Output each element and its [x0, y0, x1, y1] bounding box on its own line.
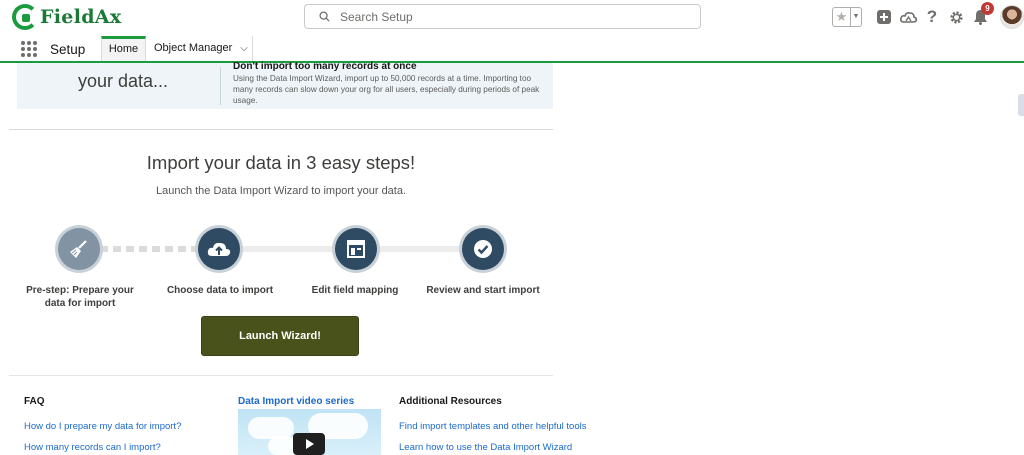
video-thumbnail[interactable] [238, 409, 381, 455]
fieldax-logo[interactable]: FieldAx [12, 4, 121, 30]
banner-heading: Don't import too many records at once [233, 61, 417, 72]
steps-title: Import your data in 3 easy steps! [146, 152, 416, 173]
chevron-down-icon[interactable]: ⌵ [240, 36, 248, 61]
cloud-upload-icon [207, 242, 231, 256]
step-circle-prestep [55, 225, 103, 273]
faq-link-prepare-data[interactable]: How do I prepare my data for import? [24, 421, 181, 432]
plus-icon [877, 10, 891, 24]
faq-link-record-limit[interactable]: How many records can I import? [24, 442, 161, 453]
banner-left-text: your data... [78, 71, 169, 91]
step-circle-choose-data [195, 225, 243, 273]
section-divider [9, 375, 553, 376]
tab-object-manager[interactable]: Object Manager ⌵ [146, 36, 253, 61]
notification-count-badge: 9 [981, 2, 994, 15]
step-circle-field-mapping [332, 225, 380, 273]
search-icon [319, 11, 330, 22]
play-icon[interactable] [293, 433, 325, 455]
setup-search-box[interactable] [304, 4, 701, 29]
banner-body: Using the Data Import Wizard, import up … [233, 74, 540, 105]
resource-link-wizard-guide[interactable]: Learn how to use the Data Import Wizard [399, 442, 572, 453]
gear-icon [949, 10, 963, 24]
check-icon [474, 240, 492, 258]
notifications-button[interactable]: 9 [970, 2, 994, 27]
help-button[interactable]: ? [922, 7, 942, 27]
import-tip-banner: your data... Don't import too many recor… [17, 61, 553, 109]
step-label-field-mapping: Edit field mapping [311, 285, 399, 296]
step-connector [378, 246, 461, 252]
section-divider [9, 129, 553, 130]
logo-text: FieldAx [40, 6, 122, 28]
resource-link-templates[interactable]: Find import templates and other helpful … [399, 421, 586, 432]
steps-subtitle: Launch the Data Import Wizard to import … [155, 185, 407, 197]
broom-icon [70, 240, 87, 258]
setup-gear-button[interactable] [946, 7, 966, 27]
tab-object-manager-label: Object Manager [154, 42, 233, 54]
favorites-dropdown-icon[interactable]: ▼ [850, 8, 861, 26]
video-series-link[interactable]: Data Import video series [238, 396, 354, 407]
additional-resources-heading: Additional Resources [399, 396, 502, 407]
data-import-content: your data... Don't import too many recor… [0, 61, 1024, 455]
step-label-prestep: Pre-step: Prepare your data for import [26, 285, 134, 309]
favorites-button[interactable]: ★ ▼ [832, 7, 862, 27]
header-tools: ★ ▼ ? 9 [832, 2, 1024, 30]
app-name: Setup [50, 42, 86, 57]
step-connector-dotted [100, 246, 196, 252]
global-actions-button[interactable] [874, 7, 894, 27]
launch-wizard-button[interactable]: Launch Wizard! [201, 316, 359, 356]
banner-divider [220, 67, 221, 105]
side-panel-handle[interactable] [1018, 94, 1024, 116]
trailhead-button[interactable] [898, 7, 918, 27]
tab-home[interactable]: Home [101, 36, 146, 61]
step-connector [241, 246, 334, 252]
user-avatar[interactable] [1000, 5, 1024, 29]
global-header: FieldAx ★ ▼ ? [0, 0, 1024, 36]
search-input[interactable] [340, 9, 680, 24]
step-label-review: Review and start import [426, 285, 540, 296]
step-circle-review [459, 225, 507, 273]
context-nav-bar: Setup Home Object Manager ⌵ [0, 36, 1024, 63]
faq-heading: FAQ [24, 396, 45, 407]
cloud-icon [899, 12, 917, 23]
star-icon: ★ [835, 9, 848, 24]
question-icon: ? [926, 7, 938, 26]
layout-icon [347, 240, 365, 258]
step-label-choose-data: Choose data to import [166, 285, 274, 296]
app-launcher-icon[interactable] [21, 41, 37, 57]
logo-icon [12, 4, 38, 30]
